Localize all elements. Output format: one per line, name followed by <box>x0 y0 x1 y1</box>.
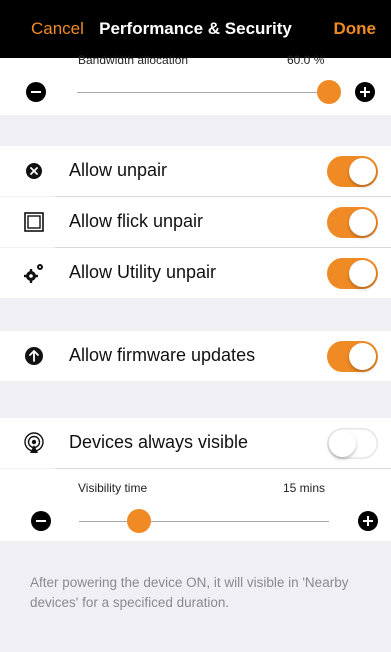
allow-utility-unpair-toggle[interactable] <box>327 258 378 289</box>
bandwidth-section: Bandwidth allocation 60.0 % <box>0 53 391 115</box>
bandwidth-value: 60.0 % <box>287 53 325 67</box>
allow-firmware-updates-toggle[interactable] <box>327 341 378 372</box>
navigation-bar: Cancel Performance & Security Done <box>0 0 391 58</box>
devices-always-visible-row[interactable]: Devices always visible <box>0 418 391 468</box>
visibility-footer-note: After powering the device ON, it will vi… <box>30 575 349 610</box>
square-icon <box>24 212 44 232</box>
visibility-time-label: Visibility time <box>78 481 148 495</box>
allow-utility-unpair-label: Allow Utility unpair <box>69 262 217 282</box>
devices-always-visible-label: Devices always visible <box>69 432 249 452</box>
arrow-up-circle-icon <box>25 347 43 365</box>
bandwidth-slider-thumb[interactable] <box>317 80 341 104</box>
allow-flick-unpair-toggle[interactable] <box>327 207 378 238</box>
devices-always-visible-toggle[interactable] <box>327 428 378 459</box>
toggle-knob <box>349 260 376 287</box>
bandwidth-slider-track[interactable] <box>77 80 341 104</box>
allow-firmware-updates-label: Allow firmware updates <box>69 345 256 365</box>
toggle-knob <box>349 343 376 370</box>
toggle-knob <box>329 430 356 457</box>
x-circle-icon <box>26 163 42 179</box>
gears-icon <box>24 264 43 283</box>
allow-utility-unpair-row[interactable]: Allow Utility unpair <box>0 248 391 298</box>
allow-flick-unpair-row[interactable]: Allow flick unpair <box>0 197 391 247</box>
increase-visibility-time-button[interactable] <box>358 511 378 531</box>
increase-bandwidth-button[interactable] <box>355 82 375 102</box>
decrease-bandwidth-button[interactable] <box>26 82 46 102</box>
allow-unpair-toggle[interactable] <box>327 156 378 187</box>
allow-firmware-updates-row[interactable]: Allow firmware updates <box>0 331 391 381</box>
broadcast-icon <box>24 432 44 453</box>
visibility-time-value: 15 mins <box>283 481 326 495</box>
bandwidth-slider-fill <box>77 92 329 93</box>
decrease-visibility-time-button[interactable] <box>31 511 51 531</box>
visibility-time-section: Visibility time 15 mins <box>0 469 391 541</box>
visibility-time-slider-track[interactable] <box>79 509 329 533</box>
allow-flick-unpair-label: Allow flick unpair <box>69 211 204 231</box>
allow-unpair-label: Allow unpair <box>69 160 168 180</box>
allow-unpair-row[interactable]: Allow unpair <box>0 146 391 196</box>
page-title: Performance & Security <box>99 19 292 38</box>
toggle-knob <box>349 158 376 185</box>
done-button[interactable]: Done <box>334 19 377 39</box>
bandwidth-label: Bandwidth allocation <box>78 53 189 67</box>
visibility-time-slider-thumb[interactable] <box>127 509 151 533</box>
toggle-knob <box>349 209 376 236</box>
